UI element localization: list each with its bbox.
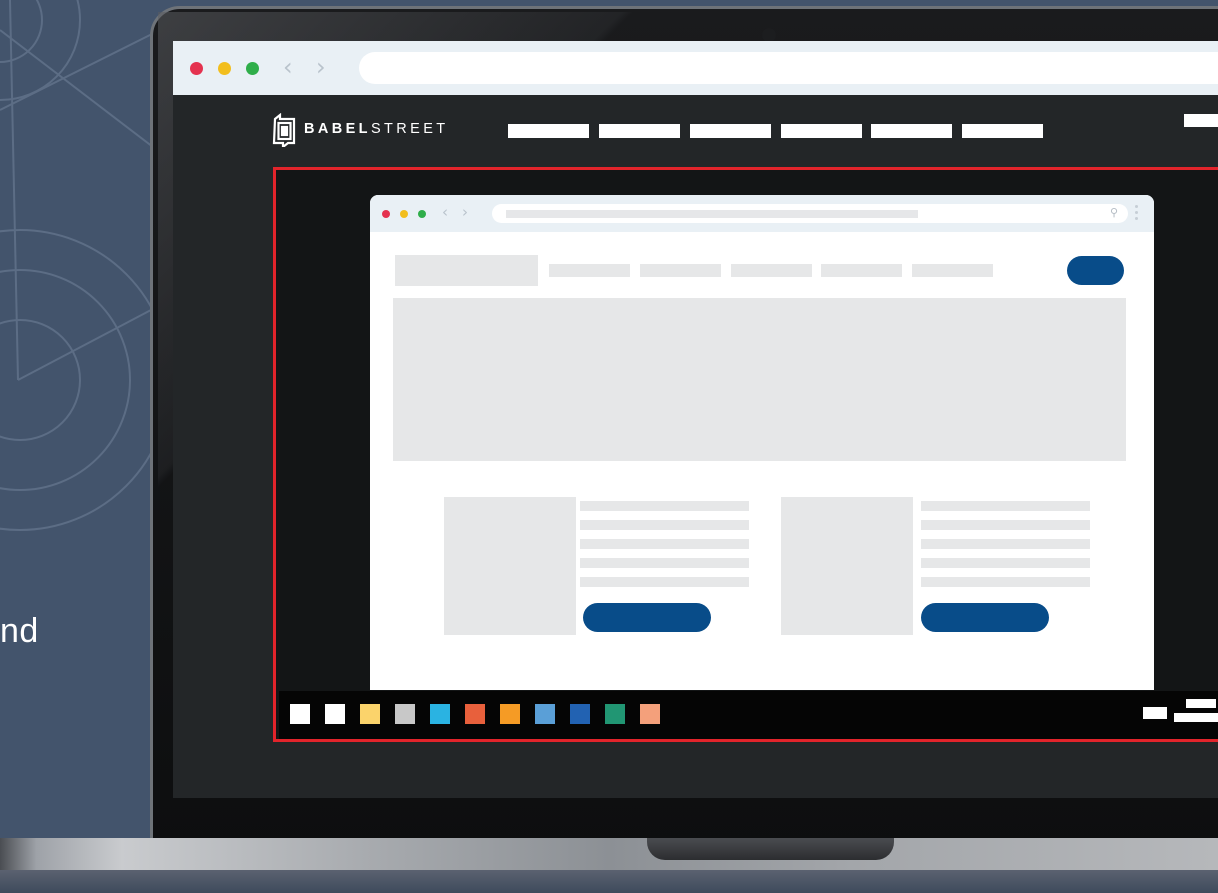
nav-item-4[interactable] <box>781 124 862 138</box>
card-1-button[interactable] <box>583 603 711 632</box>
brand-name-light: STREET <box>370 121 449 137</box>
color-swatch-cyan[interactable] <box>430 704 450 724</box>
card-1-image <box>444 497 576 635</box>
nav-item-2[interactable] <box>599 124 680 138</box>
nav-item-6[interactable] <box>962 124 1043 138</box>
card-1-text-line <box>580 520 749 530</box>
card-2-text-line <box>921 501 1090 511</box>
laptop-base-shadow <box>0 870 1218 893</box>
inner-chevron-right-icon[interactable]: › <box>462 203 468 221</box>
footer-control-2[interactable] <box>1186 699 1216 708</box>
search-icon[interactable]: ⚲ <box>1110 206 1118 219</box>
footer-control-1[interactable] <box>1143 707 1167 719</box>
card-2-text-line <box>921 577 1090 587</box>
partial-heading-text: nd <box>0 612 39 650</box>
color-swatch-white-2[interactable] <box>325 704 345 724</box>
nav-item-1[interactable] <box>508 124 589 138</box>
inner-nav-item-4[interactable] <box>821 264 902 277</box>
color-swatch-orange[interactable] <box>500 704 520 724</box>
color-swatch-light-blue[interactable] <box>535 704 555 724</box>
kebab-menu-icon[interactable] <box>1135 205 1138 223</box>
inner-nav-item-5[interactable] <box>912 264 993 277</box>
inner-address-placeholder <box>506 210 918 218</box>
inner-maximize-button[interactable] <box>418 210 426 218</box>
card-1-text-line <box>580 577 749 587</box>
inner-minimize-button[interactable] <box>400 210 408 218</box>
color-swatch-yellow[interactable] <box>360 704 380 724</box>
brand-name[interactable]: BABELSTREET <box>304 121 449 137</box>
inner-chevron-left-icon[interactable]: ‹ <box>442 203 448 221</box>
card-2-button[interactable] <box>921 603 1049 632</box>
inner-address-bar[interactable]: ⚲ <box>492 204 1128 223</box>
card-2-image <box>781 497 913 635</box>
color-swatch-peach[interactable] <box>640 704 660 724</box>
inner-nav-item-3[interactable] <box>731 264 812 277</box>
inner-logo-placeholder <box>395 255 538 286</box>
address-bar[interactable] <box>359 52 1218 84</box>
chevron-right-icon[interactable]: › <box>316 54 326 80</box>
nav-item-5[interactable] <box>871 124 952 138</box>
color-swatch-green[interactable] <box>605 704 625 724</box>
close-window-button[interactable] <box>190 62 203 75</box>
color-swatch-white-1[interactable] <box>290 704 310 724</box>
camera-icon <box>762 28 776 42</box>
inner-header-button[interactable] <box>1067 256 1124 285</box>
background-decoration <box>0 0 170 531</box>
header-action-item[interactable] <box>1184 114 1218 127</box>
laptop-hinge-notch <box>647 838 894 860</box>
babel-street-logo-icon <box>272 113 296 147</box>
laptop-screen: ‹ › BABELSTREET ‹ › ⚲ <box>173 41 1218 798</box>
inner-nav-item-2[interactable] <box>640 264 721 277</box>
minimize-window-button[interactable] <box>218 62 231 75</box>
inner-nav-item-1[interactable] <box>549 264 630 277</box>
inner-hero-banner <box>393 298 1126 461</box>
color-swatch-blue[interactable] <box>570 704 590 724</box>
card-2-text-line <box>921 520 1090 530</box>
card-2-text-line <box>921 558 1090 568</box>
color-swatch-red-orange[interactable] <box>465 704 485 724</box>
color-palette-bar <box>279 691 1218 739</box>
chevron-left-icon[interactable]: ‹ <box>283 54 293 80</box>
inner-browser-window: ‹ › ⚲ <box>370 195 1154 690</box>
color-swatch-gray[interactable] <box>395 704 415 724</box>
footer-control-3[interactable] <box>1174 713 1218 722</box>
card-1-text-line <box>580 539 749 549</box>
inner-close-button[interactable] <box>382 210 390 218</box>
card-1-text-line <box>580 558 749 568</box>
card-2-text-line <box>921 539 1090 549</box>
brand-name-bold: BABEL <box>304 121 371 137</box>
card-1-text-line <box>580 501 749 511</box>
browser-toolbar: ‹ › <box>173 41 1218 95</box>
nav-item-3[interactable] <box>690 124 771 138</box>
maximize-window-button[interactable] <box>246 62 259 75</box>
inner-browser-toolbar: ‹ › ⚲ <box>370 195 1154 232</box>
